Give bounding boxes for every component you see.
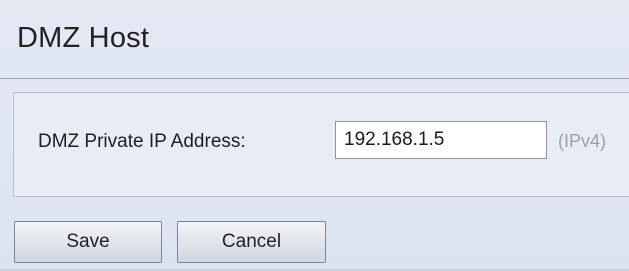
- dmz-host-page: DMZ Host DMZ Private IP Address: (IPv4) …: [0, 0, 629, 271]
- page-title: DMZ Host: [17, 22, 150, 54]
- cancel-button[interactable]: Cancel: [177, 221, 326, 263]
- ipv4-hint: (IPv4): [558, 131, 607, 151]
- dmz-ip-input[interactable]: [335, 121, 547, 159]
- dmz-ip-label: DMZ Private IP Address:: [38, 131, 246, 152]
- title-divider: [0, 78, 629, 79]
- save-button[interactable]: Save: [14, 221, 162, 263]
